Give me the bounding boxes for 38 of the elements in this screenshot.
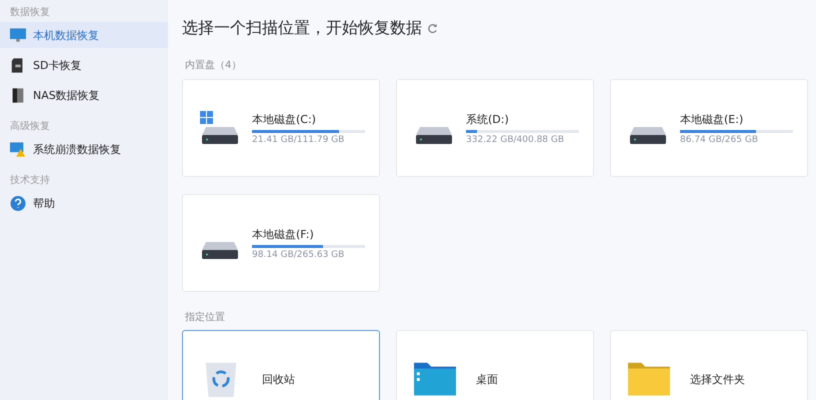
monitor-icon <box>10 28 26 42</box>
drive-icon <box>416 127 452 144</box>
drive-usage: 332.22 GB/400.88 GB <box>466 134 566 144</box>
location-card[interactable]: 桌面 <box>396 330 594 400</box>
sidebar-item[interactable]: 本机数据恢复 <box>0 22 168 48</box>
sidebar-item[interactable]: 系统崩溃数据恢复 <box>0 136 168 162</box>
drive-card[interactable]: 本地磁盘(E:) 86.74 GB/265 GB <box>610 79 808 177</box>
drive-icon <box>630 127 666 144</box>
location-card[interactable]: 回收站 <box>182 330 380 400</box>
drive-icon <box>202 127 238 144</box>
drive-card[interactable]: 本地磁盘(F:) 98.14 GB/265.63 GB <box>182 194 380 292</box>
server-icon <box>10 88 26 102</box>
folder-icon <box>414 361 456 397</box>
drive-name: 本地磁盘(F:) <box>252 226 315 242</box>
section-label: 内置盘（4） <box>185 58 242 72</box>
refresh-icon[interactable] <box>427 22 438 34</box>
drive-name: 系统(D:) <box>466 112 510 126</box>
page-title: 选择一个扫描位置，开始恢复数据 <box>182 18 422 38</box>
sidebar-item[interactable]: NAS数据恢复 <box>0 82 168 108</box>
monitor-warning-icon <box>10 142 26 156</box>
section-label: 指定位置 <box>185 310 226 324</box>
folder-icon <box>628 361 670 397</box>
drive-card[interactable]: 系统(D:) 332.22 GB/400.88 GB <box>396 79 594 177</box>
help-icon <box>10 196 26 210</box>
drive-name: 本地磁盘(E:) <box>680 112 744 126</box>
section-label: 数据恢复 <box>9 6 51 20</box>
sidebar-item[interactable]: SD卡恢复 <box>0 52 168 78</box>
section-label: 技术支持 <box>9 174 51 188</box>
location-card[interactable]: 选择文件夹 <box>610 330 808 400</box>
drive-usage: 21.41 GB/111.79 GB <box>252 134 346 144</box>
section-label: 高级恢复 <box>9 120 51 134</box>
drive-icon <box>202 242 238 259</box>
drive-name: 本地磁盘(C:) <box>252 112 317 126</box>
drive-card[interactable]: 本地磁盘(C:) 21.41 GB/111.79 GB <box>182 79 380 177</box>
sidebar-item[interactable]: 帮助 <box>0 190 168 216</box>
drive-usage: 98.14 GB/265.63 GB <box>252 250 346 260</box>
drive-usage: 86.74 GB/265 GB <box>680 134 759 144</box>
windows-logo-icon <box>200 111 213 124</box>
